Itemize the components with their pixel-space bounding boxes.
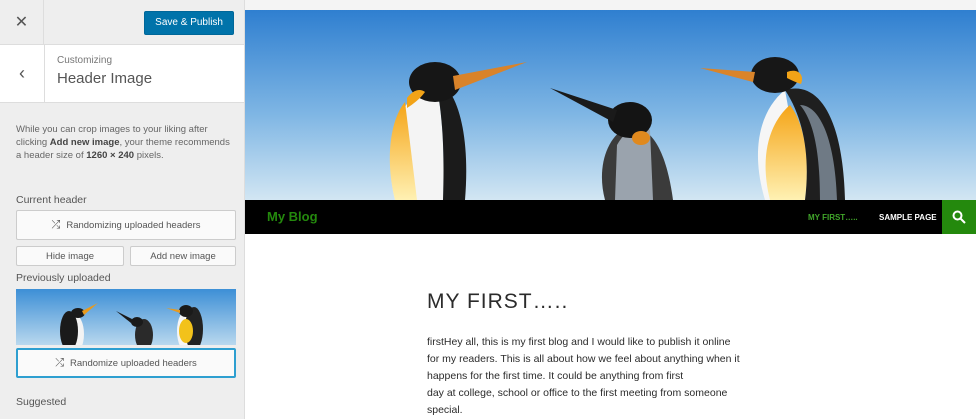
- customizer-topbar: ✕ Save & Publish: [0, 0, 244, 45]
- randomizing-headers-button[interactable]: ⤮ Randomizing uploaded headers: [16, 210, 236, 240]
- customizer-sidebar: ✕ Save & Publish ‹ Customizing Header Im…: [0, 0, 245, 419]
- post-line: happens for the first time. It could be …: [427, 370, 684, 382]
- randomize-label: Randomize uploaded headers: [70, 357, 197, 369]
- site-navbar: My Blog MY FIRST….. SAMPLE PAGE: [245, 200, 976, 234]
- post-line: day at college, school or office to the …: [427, 387, 728, 399]
- post-line: for my readers. This is all about how we…: [427, 353, 740, 365]
- previously-uploaded-label: Previously uploaded: [16, 272, 111, 284]
- section-header: ‹ Customizing Header Image: [0, 45, 244, 103]
- post-line: special.: [427, 404, 463, 416]
- randomizing-label: Randomizing uploaded headers: [66, 219, 201, 231]
- save-publish-button[interactable]: Save & Publish: [144, 11, 234, 35]
- add-new-image-button[interactable]: Add new image: [130, 246, 236, 266]
- post-title[interactable]: MY FIRST…..: [427, 290, 568, 314]
- search-button[interactable]: [942, 200, 976, 234]
- description-bold-size: 1260 × 240: [86, 150, 135, 161]
- header-image: [245, 10, 976, 200]
- nav-item-sample-page[interactable]: SAMPLE PAGE: [879, 213, 937, 222]
- header-size-description: While you can crop images to your liking…: [0, 103, 244, 162]
- post-body: firstHey all, this is my first blog and …: [427, 334, 807, 419]
- site-preview: My Blog MY FIRST….. SAMPLE PAGE MY FIRST…: [245, 0, 976, 419]
- description-bold-add-new: Add new image: [49, 137, 120, 148]
- close-button[interactable]: ✕: [0, 0, 44, 44]
- back-button[interactable]: ‹: [0, 45, 45, 102]
- shuffle-icon: ⤮: [55, 356, 65, 369]
- nav-item-my-first[interactable]: MY FIRST…..: [808, 213, 858, 222]
- uploaded-header-thumbnail[interactable]: [16, 289, 236, 345]
- section-title: Header Image: [57, 70, 153, 87]
- hide-image-button[interactable]: Hide image: [16, 246, 124, 266]
- site-title[interactable]: My Blog: [267, 209, 318, 224]
- post-line: firstHey all, this is my first blog and …: [427, 336, 731, 348]
- suggested-label: Suggested: [16, 396, 67, 408]
- search-icon: [952, 210, 966, 224]
- chevron-left-icon: ‹: [19, 63, 25, 83]
- randomize-headers-button[interactable]: ⤮ Randomize uploaded headers: [16, 348, 236, 378]
- shuffle-icon: ⤮: [51, 218, 61, 231]
- current-header-label: Current header: [16, 194, 87, 206]
- section-subtitle: Customizing: [57, 55, 113, 66]
- close-icon: ✕: [14, 14, 29, 31]
- description-text: pixels.: [134, 150, 164, 161]
- post-content-area: MY FIRST….. firstHey all, this is my fir…: [245, 234, 976, 419]
